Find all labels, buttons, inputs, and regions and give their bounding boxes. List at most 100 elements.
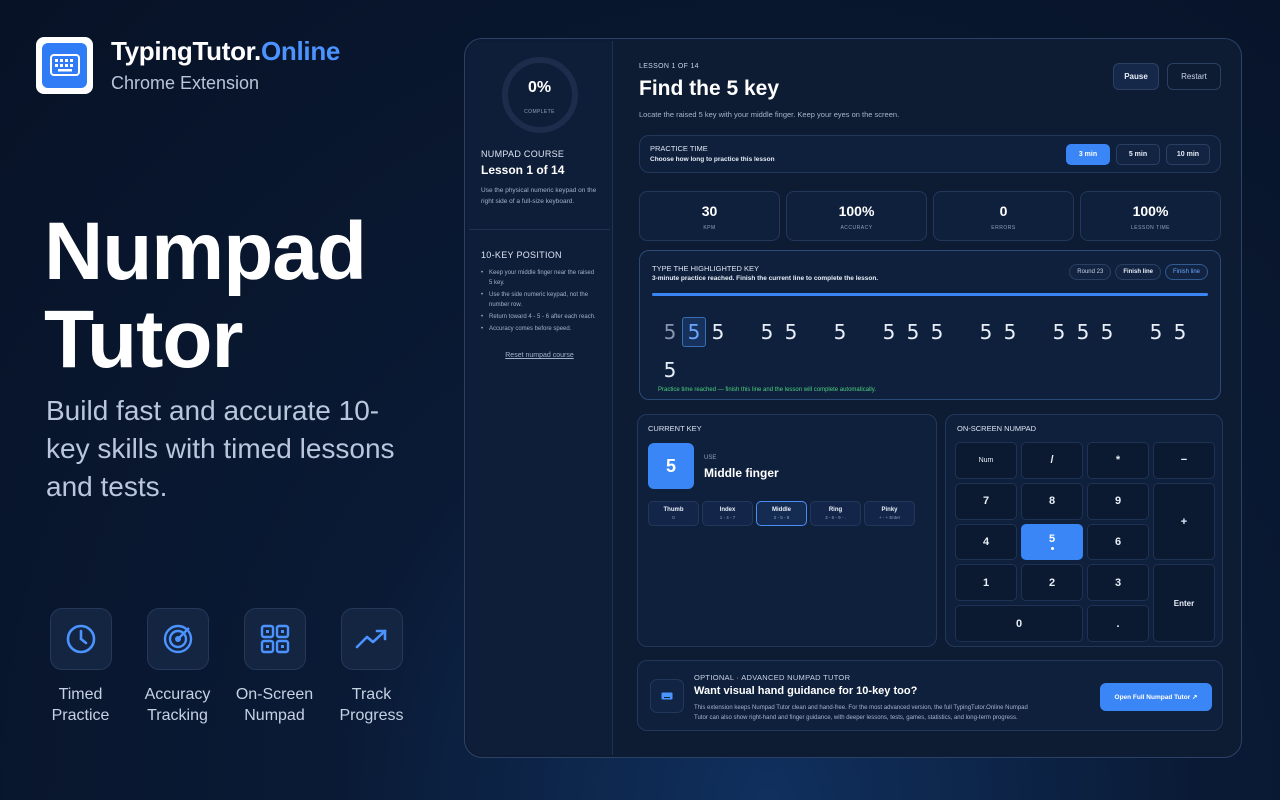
numpad-key-8[interactable]: 8 [1021, 482, 1083, 520]
finger-ring: Ring 3 - 6 - 9 - . [810, 501, 861, 526]
typing-panel: TYPE THE HIGHLIGHTED KEY 3-minute practi… [639, 250, 1221, 400]
typing-digit: 5 [1100, 320, 1114, 344]
time-option-10min[interactable]: 10 min [1166, 144, 1210, 165]
round-controls: Round 23 Finish line Finish line [1069, 264, 1208, 280]
sidebar: 0% COMPLETE NUMPAD COURSE Lesson 1 of 14… [467, 41, 613, 755]
numpad-key-minus[interactable]: − [1153, 442, 1215, 479]
keyboard-icon [650, 679, 684, 713]
key-position-card: 10-KEY POSITION Keep your middle finger … [469, 250, 610, 359]
finish-line-button[interactable]: Finish line [1115, 264, 1161, 280]
clock-icon [49, 608, 112, 670]
keyboard-icon [42, 42, 87, 88]
numpad-key-7[interactable]: 7 [955, 482, 1017, 520]
time-option-5min[interactable]: 5 min [1116, 144, 1160, 165]
current-key-panel: CURRENT KEY 5 USE Middle finger Thumb 0 I… [637, 414, 937, 647]
hero-title: Numpad Tutor [44, 206, 367, 385]
brand-subtitle: Chrome Extension [111, 73, 260, 93]
course-lesson: Lesson 1 of 14 [481, 163, 565, 177]
numpad-key-4[interactable]: 4 [955, 523, 1017, 561]
numpad-key-plus[interactable]: + [1153, 482, 1215, 561]
typing-digit: 5 [784, 320, 798, 344]
app-window: 0% COMPLETE NUMPAD COURSE Lesson 1 of 14… [464, 38, 1242, 758]
feature-list: Timed Practice Accuracy Tracking On-Scre… [32, 608, 420, 726]
use-label: USE [704, 455, 717, 461]
typing-digit: 5 [930, 320, 944, 344]
numpad-key-2[interactable]: 2 [1021, 564, 1083, 602]
typing-digit: 5 [979, 320, 993, 344]
open-full-tutor-button[interactable]: Open Full Numpad Tutor ↗ [1100, 683, 1212, 711]
promo-tag: OPTIONAL · ADVANCED NUMPAD TUTOR [694, 673, 851, 682]
typing-label: TYPE THE HIGHLIGHTED KEY [652, 264, 759, 273]
finish-line-mode-button[interactable]: Finish line [1164, 264, 1208, 280]
lesson-description: Locate the raised 5 key with your middle… [639, 110, 900, 119]
list-item: Keep your middle finger near the raised … [481, 268, 598, 288]
digit-gap [852, 313, 877, 351]
finger-pinky: Pinky + - + Enter [864, 501, 915, 526]
stat-errors: 0 ERRORS [933, 191, 1074, 241]
brand: TypingTutor.Online Chrome Extension [36, 36, 340, 94]
typing-digit: 5 [1149, 320, 1163, 344]
numpad-key-0[interactable]: 0 [955, 605, 1083, 642]
current-key-display: 5 [648, 443, 694, 489]
reset-course-link[interactable]: Reset numpad course [481, 352, 598, 359]
typing-digit: 5 [663, 320, 677, 344]
numpad-key-num[interactable]: Num [955, 442, 1017, 479]
numpad-icon [243, 608, 306, 670]
typing-progress-bar [652, 293, 1208, 296]
numpad-key-slash[interactable]: / [1021, 442, 1083, 479]
numpad-key-5[interactable]: 5 [1021, 523, 1083, 561]
position-label: 10-KEY POSITION [481, 250, 562, 260]
typing-digit: 5 [833, 320, 847, 344]
numpad-key-enter[interactable]: Enter [1153, 564, 1215, 642]
stats-row: 30 KPM 100% ACCURACY 0 ERRORS 100% LESSO… [639, 191, 1221, 241]
typing-digit: 5 [882, 320, 896, 344]
promo-title: Want visual hand guidance for 10-key too… [694, 685, 918, 697]
digit-gap [949, 313, 974, 351]
numpad-key-3[interactable]: 3 [1087, 564, 1149, 602]
course-text: Use the physical numeric keypad on the r… [481, 187, 597, 205]
current-key-label: CURRENT KEY [648, 424, 702, 433]
typing-digit: 5 [906, 320, 920, 344]
typing-digit: 5 [711, 320, 725, 344]
list-item: Use the side numeric keypad, not the num… [481, 290, 598, 310]
numpad-grid: Num / * − 7 8 9 + 4 5 6 1 2 3 Enter 0 . [955, 442, 1215, 642]
stat-lesson-time: 100% LESSON TIME [1080, 191, 1221, 241]
brand-logo [36, 36, 93, 94]
digit-gap [730, 313, 755, 351]
feature-accuracy-tracking: Accuracy Tracking [129, 608, 226, 726]
numpad-key-star[interactable]: * [1087, 442, 1149, 479]
course-label: NUMPAD COURSE [481, 149, 565, 159]
progress-value: 0% [527, 79, 552, 96]
restart-button[interactable]: Restart [1167, 63, 1221, 90]
digit-gap [1119, 313, 1144, 351]
brand-name: TypingTutor.Online [111, 36, 341, 66]
target-icon [146, 608, 209, 670]
pause-button[interactable]: Pause [1113, 63, 1159, 90]
list-item: Return toward 4 - 5 - 6 after each reach… [481, 312, 598, 322]
numpad-label: ON-SCREEN NUMPAD [957, 424, 1037, 433]
list-item: Accuracy comes before speed. [481, 324, 598, 334]
numpad-key-6[interactable]: 6 [1087, 523, 1149, 561]
numpad-key-1[interactable]: 1 [955, 564, 1017, 602]
promo-text: This extension keeps Numpad Tutor clean … [694, 705, 1028, 721]
time-option-3min[interactable]: 3 min [1066, 144, 1110, 165]
position-tips: Keep your middle finger near the raised … [481, 268, 598, 334]
finger-index: Index 1 - 4 - 7 [702, 501, 753, 526]
typing-note: Practice time reached — finish this line… [658, 387, 876, 393]
hero-subtitle: Build fast and accurate 10-key skills wi… [46, 395, 395, 502]
feature-timed-practice: Timed Practice [32, 608, 129, 726]
numpad-key-9[interactable]: 9 [1087, 482, 1149, 520]
digit-gap [803, 313, 828, 351]
typing-digit: 5 [1173, 320, 1187, 344]
lesson-tag: LESSON 1 OF 14 [639, 63, 699, 70]
numpad-key-dot[interactable]: . [1087, 605, 1149, 642]
stat-accuracy: 100% ACCURACY [786, 191, 927, 241]
typing-digit: 5 [760, 320, 774, 344]
typing-digit: 5 [682, 317, 706, 347]
lesson-main: LESSON 1 OF 14 Find the 5 key Locate the… [627, 39, 1241, 757]
lesson-controls: Pause Restart [1113, 63, 1221, 90]
finger-thumb: Thumb 0 [648, 501, 699, 526]
progress-caption: COMPLETE [524, 109, 555, 115]
typing-digit: 5 [1052, 320, 1066, 344]
practice-time-options: 3 min 5 min 10 min [1066, 144, 1210, 165]
